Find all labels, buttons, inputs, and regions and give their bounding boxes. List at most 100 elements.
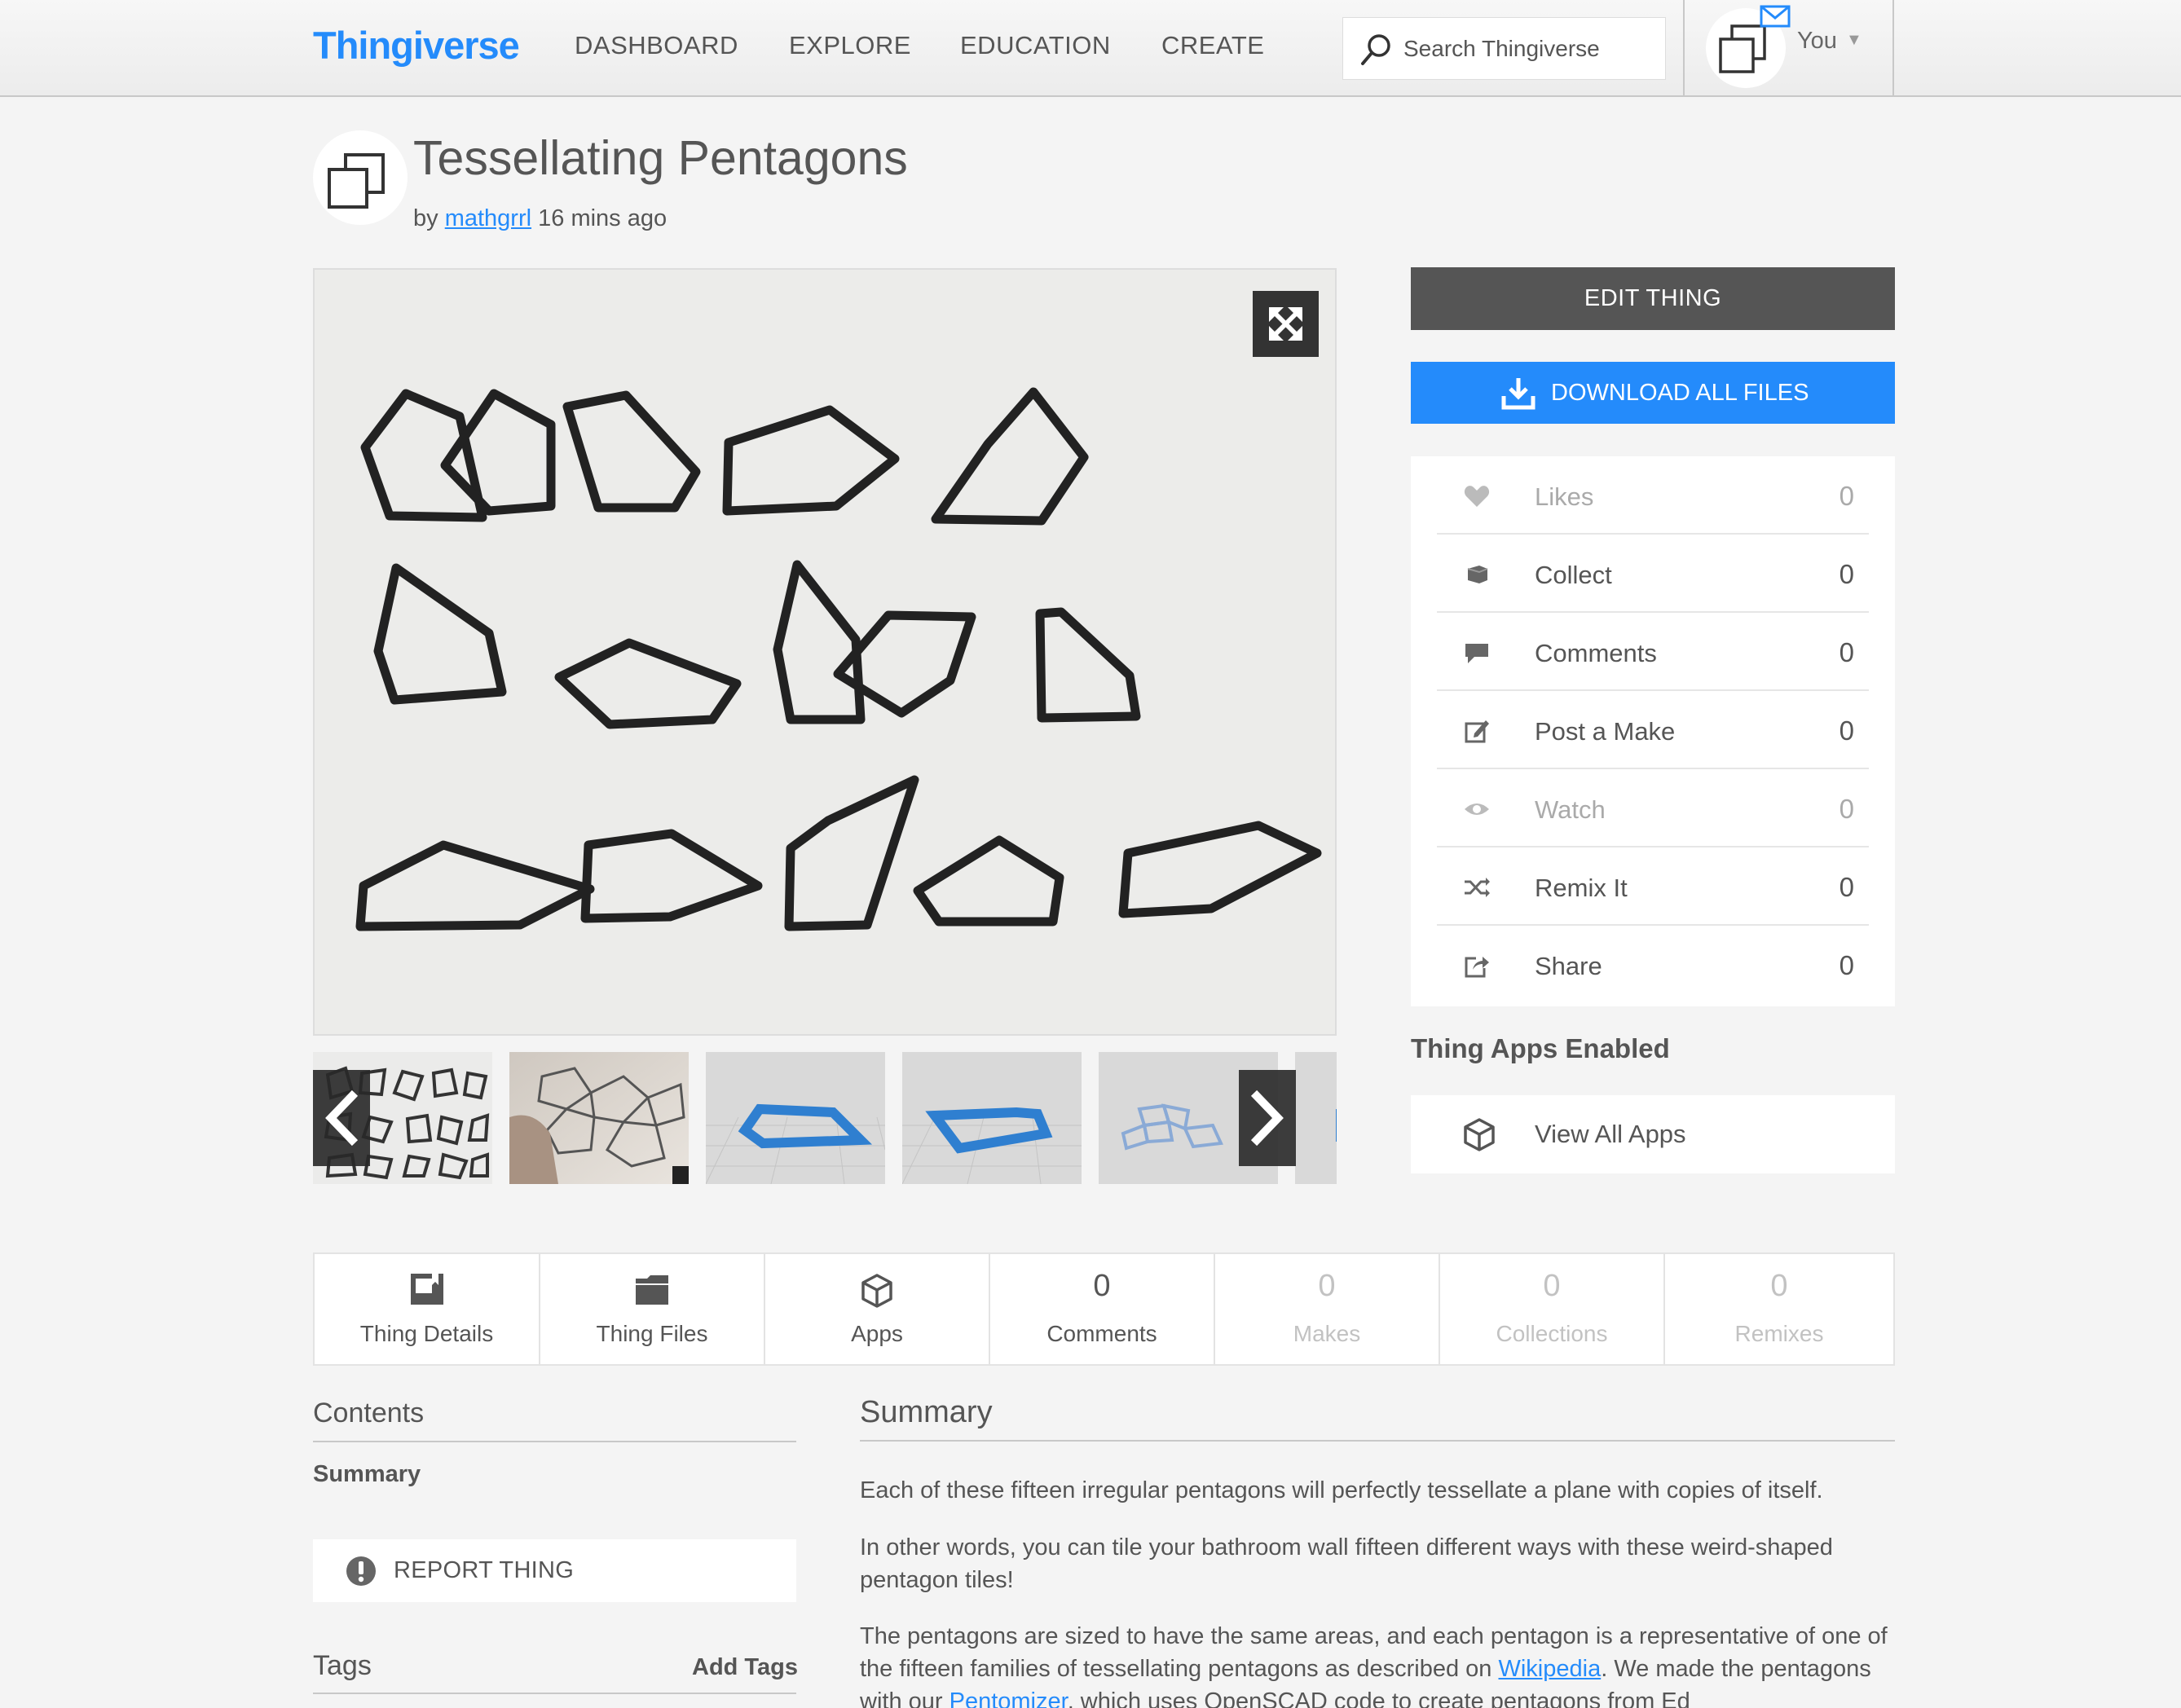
stat-label: Share	[1535, 952, 1602, 980]
page-title: Tessellating Pentagons	[413, 131, 908, 185]
thumbnail-3[interactable]	[706, 1052, 885, 1184]
thing-tabs: Thing Details Thing Files Apps 0 Comment…	[313, 1252, 1895, 1366]
thing-byline: by mathgrrl 16 mins ago	[413, 205, 667, 232]
contents-summary-link[interactable]: Summary	[313, 1461, 421, 1488]
user-menu-label[interactable]: You	[1797, 28, 1837, 55]
thumbnail-strip	[313, 1052, 1337, 1184]
summary-divider	[860, 1440, 1895, 1442]
stat-label: Comments	[1535, 639, 1657, 667]
tab-label: Apps	[851, 1321, 903, 1346]
tab-label: Thing Details	[359, 1321, 494, 1346]
tab-label: Comments	[1046, 1321, 1157, 1346]
stat-remix-it[interactable]: Remix It 0	[1437, 847, 1869, 926]
chevron-left-icon	[325, 1090, 359, 1147]
default-avatar-icon	[328, 153, 385, 209]
shuffle-icon	[1465, 878, 1490, 897]
collect-icon	[1467, 566, 1488, 583]
folder-icon	[636, 1275, 668, 1305]
nav-education[interactable]: EDUCATION	[960, 31, 1111, 60]
chevron-right-icon	[1250, 1090, 1284, 1147]
summary-paragraph-2: In other words, you can tile your bathro…	[860, 1534, 1833, 1593]
search-box[interactable]	[1342, 17, 1666, 80]
nav-dashboard[interactable]: DASHBOARD	[575, 31, 738, 60]
user-avatar[interactable]	[1706, 5, 1791, 88]
thumbnail-6[interactable]	[1295, 1052, 1337, 1184]
add-tags-link[interactable]: Add Tags	[692, 1654, 798, 1681]
stat-label: Remix It	[1535, 874, 1628, 902]
edit-thing-button[interactable]: EDIT THING	[1411, 267, 1895, 330]
download-all-files-button[interactable]: DOWNLOAD ALL FILES	[1411, 362, 1895, 424]
cube-icon	[861, 1274, 892, 1308]
stats-panel: Likes 0 Collect 0 Comments 0 Post a Make…	[1411, 456, 1895, 1006]
summary-heading: Summary	[860, 1395, 993, 1429]
thing-creator-avatar[interactable]	[313, 130, 408, 225]
download-label: DOWNLOAD ALL FILES	[1551, 380, 1809, 406]
summary-text: , which uses OpenSCAD code to create pen…	[1067, 1688, 1690, 1708]
share-icon	[1465, 957, 1489, 978]
stat-count: 0	[1839, 637, 1854, 667]
tab-thing-files[interactable]: Thing Files	[540, 1254, 765, 1364]
contents-heading: Contents	[313, 1398, 425, 1428]
tab-label: Makes	[1293, 1321, 1361, 1346]
tab-count: 0	[1770, 1269, 1788, 1303]
stat-label: Watch	[1535, 795, 1606, 824]
tags-heading: Tags	[313, 1650, 372, 1681]
tab-label: Collections	[1496, 1321, 1608, 1346]
stat-count: 0	[1839, 950, 1854, 980]
top-navigation: Thingiverse DASHBOARD EXPLORE EDUCATION …	[0, 0, 2181, 97]
tab-label: Thing Files	[596, 1321, 708, 1346]
stat-count: 0	[1839, 794, 1854, 824]
nav-create[interactable]: CREATE	[1161, 31, 1264, 60]
thumbnail-4[interactable]	[902, 1052, 1082, 1184]
tab-makes[interactable]: 0 Makes	[1215, 1254, 1440, 1364]
prev-thumbnail-button[interactable]	[313, 1070, 370, 1166]
wikipedia-link[interactable]: Wikipedia	[1498, 1656, 1601, 1682]
tab-count: 0	[1543, 1269, 1561, 1303]
expand-icon	[1269, 307, 1302, 341]
tab-comments[interactable]: 0 Comments	[990, 1254, 1215, 1364]
pentagons-photo	[355, 387, 1322, 931]
heart-icon	[1464, 486, 1490, 507]
search-icon	[1361, 34, 1390, 65]
alert-icon	[346, 1556, 376, 1586]
cube-icon	[1464, 1118, 1495, 1151]
comment-icon	[1465, 644, 1488, 663]
stat-count: 0	[1839, 559, 1854, 589]
stat-label: Post a Make	[1535, 717, 1676, 746]
stat-count: 0	[1839, 715, 1854, 746]
search-input[interactable]	[1403, 33, 1648, 65]
stat-label: Collect	[1535, 561, 1612, 589]
next-thumbnail-button[interactable]	[1239, 1070, 1296, 1166]
tab-collections[interactable]: 0 Collections	[1440, 1254, 1665, 1364]
stat-comments[interactable]: Comments 0	[1437, 613, 1869, 691]
summary-paragraph-1: Each of these fifteen irregular pentagon…	[860, 1477, 1823, 1503]
tags-divider	[313, 1693, 796, 1694]
fullscreen-button[interactable]	[1253, 291, 1319, 357]
pentomizer-link[interactable]: Pentomizer	[950, 1688, 1068, 1708]
tab-apps[interactable]: Apps	[765, 1254, 990, 1364]
stat-post-a-make[interactable]: Post a Make 0	[1437, 691, 1869, 769]
stat-count: 0	[1839, 481, 1854, 511]
tab-thing-details[interactable]: Thing Details	[315, 1254, 540, 1364]
stat-watch[interactable]: Watch 0	[1437, 769, 1869, 847]
chevron-down-icon[interactable]: ▼	[1846, 31, 1862, 50]
main-thing-image[interactable]	[313, 268, 1337, 1036]
stat-likes[interactable]: Likes 0	[1437, 456, 1869, 535]
thingiverse-logo[interactable]: Thingiverse	[313, 23, 520, 68]
stat-label: Likes	[1535, 482, 1594, 511]
byline-prefix: by	[413, 205, 438, 231]
contents-divider	[313, 1441, 796, 1442]
thumbnail-2[interactable]	[509, 1052, 689, 1184]
tab-remixes[interactable]: 0 Remixes	[1665, 1254, 1893, 1364]
summary-paragraph-3: The pentagons are sized to have the same…	[860, 1620, 1895, 1708]
report-thing-button[interactable]: REPORT THING	[313, 1539, 796, 1602]
mail-icon[interactable]	[1760, 5, 1792, 29]
stat-count: 0	[1839, 872, 1854, 902]
author-link[interactable]: mathgrrl	[445, 205, 531, 231]
nav-explore[interactable]: EXPLORE	[789, 31, 911, 60]
nav-divider	[1892, 0, 1894, 97]
stat-collect[interactable]: Collect 0	[1437, 535, 1869, 613]
nav-divider	[1683, 0, 1685, 97]
stat-share[interactable]: Share 0	[1437, 926, 1869, 1004]
view-all-apps-button[interactable]: View All Apps	[1411, 1095, 1895, 1173]
